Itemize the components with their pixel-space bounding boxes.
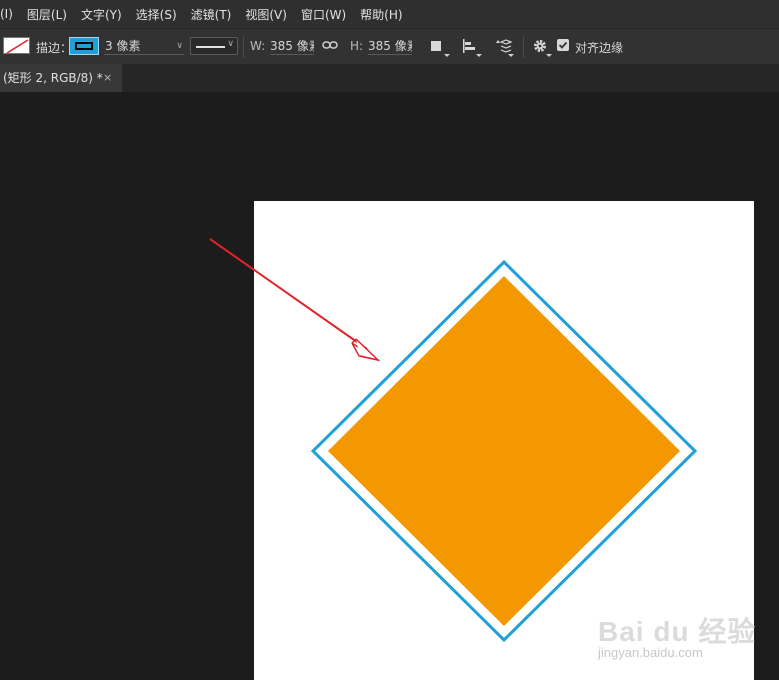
- menu-item-help[interactable]: 帮助(H): [353, 6, 409, 23]
- align-edges-checkbox[interactable]: [557, 39, 569, 51]
- menu-bar: (I) 图层(L) 文字(Y) 选择(S) 滤镜(T) 视图(V) 窗口(W) …: [0, 0, 779, 28]
- no-fill-icon: [6, 39, 29, 53]
- menu-item-layer[interactable]: 图层(L): [20, 6, 74, 23]
- checkmark-icon: [558, 41, 568, 49]
- menu-item-filter[interactable]: 滤镜(T): [184, 6, 239, 23]
- menu-item-select[interactable]: 选择(S): [129, 6, 184, 23]
- close-icon[interactable]: ×: [103, 64, 112, 92]
- stroke-type-dropdown[interactable]: ∨: [190, 37, 238, 55]
- height-field[interactable]: 385 像素: [368, 37, 412, 55]
- link-icon[interactable]: [322, 39, 338, 54]
- settings-button[interactable]: [530, 37, 552, 57]
- baidu-jingyan-watermark: Bai du 经验: [598, 616, 757, 647]
- width-label: W:: [250, 39, 266, 53]
- menu-item-image[interactable]: (I): [0, 7, 20, 21]
- options-bar: 描边： 3 像素 ∨ ∨ W: 385 像素 H: 385 像素: [0, 28, 779, 65]
- menu-item-view[interactable]: 视图(V): [238, 6, 294, 23]
- divider: [243, 36, 244, 58]
- path-operations-button[interactable]: [428, 37, 450, 57]
- solid-line-icon: [196, 46, 225, 48]
- height-label: H:: [350, 39, 364, 53]
- path-alignment-button[interactable]: [460, 37, 482, 57]
- chevron-down-icon: ∨: [176, 41, 183, 51]
- document-canvas[interactable]: [254, 201, 754, 680]
- menu-item-type[interactable]: 文字(Y): [74, 6, 129, 23]
- stroke-preview-icon: [75, 42, 93, 50]
- document-tab-label: (矩形 2, RGB/8) *: [3, 71, 103, 85]
- stroke-width-field[interactable]: 3 像素 ∨: [104, 37, 184, 55]
- path-arrangement-button[interactable]: [492, 37, 514, 57]
- stroke-color-swatch[interactable]: [69, 37, 99, 55]
- chevron-down-icon: ∨: [227, 39, 234, 49]
- menu-item-window[interactable]: 窗口(W): [294, 6, 353, 23]
- stroke-label: 描边：: [36, 41, 73, 55]
- width-field[interactable]: 385 像素: [270, 37, 314, 55]
- stroke-width-value: 3 像素: [105, 39, 141, 53]
- divider: [523, 36, 524, 58]
- align-edges-label: 对齐边缘: [575, 41, 624, 55]
- watermark-url: jingyan.baidu.com: [598, 645, 703, 660]
- document-tab[interactable]: (矩形 2, RGB/8) * ×: [0, 64, 122, 92]
- fill-color-swatch[interactable]: [3, 37, 30, 54]
- document-tab-bar: (矩形 2, RGB/8) * ×: [0, 64, 779, 92]
